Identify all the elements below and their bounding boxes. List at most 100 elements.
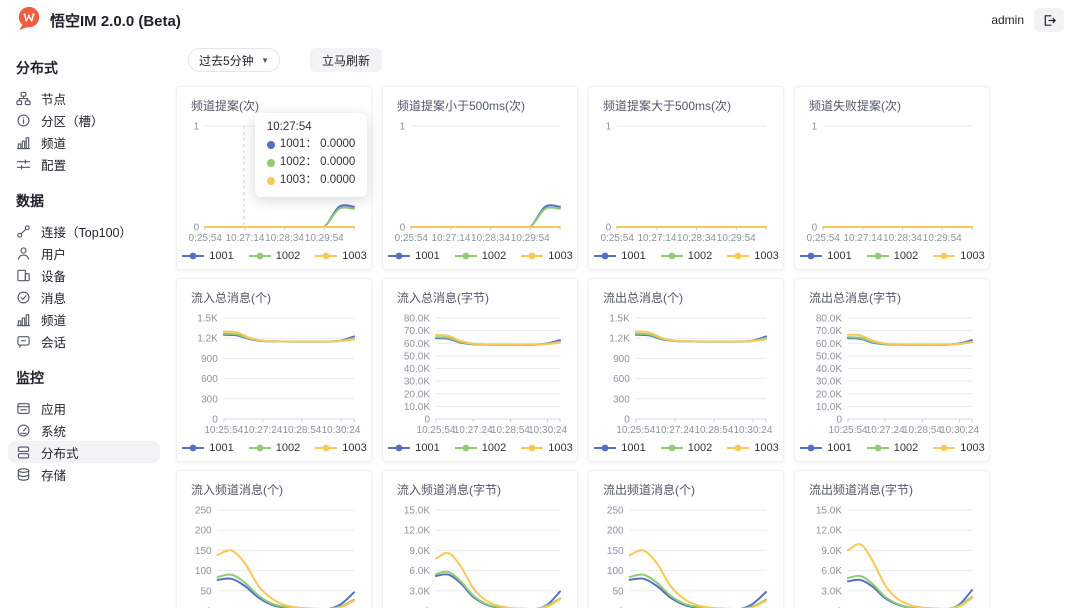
chart-plot[interactable]: 25020015010050010:25:5410:27:2410:28:541… (191, 505, 359, 608)
legend-item-1003[interactable]: 1003 (314, 442, 366, 454)
sidebar-item-channels-data[interactable]: 频道 (8, 308, 160, 330)
svg-text:100: 100 (195, 566, 212, 577)
chart-title: 流入总消息(个) (191, 289, 357, 306)
svg-text:10:30:24: 10:30:24 (734, 425, 773, 436)
svg-text:10:28:54: 10:28:54 (491, 425, 530, 436)
svg-text:10.0K: 10.0K (816, 402, 842, 413)
legend-item-1002[interactable]: 1002 (454, 250, 506, 262)
sidebar-item-channels[interactable]: 频道 (8, 131, 160, 153)
chart-card-0: 频道提案(次)100:25:5410:27:1410:28:3410:29:54… (176, 86, 372, 270)
chart-legend: 100110021003 (191, 442, 357, 454)
chart-plot[interactable]: 100:25:5410:27:1410:28:3410:29:54 (809, 121, 977, 245)
legend-item-1001[interactable]: 1001 (593, 442, 645, 454)
svg-text:0:25:54: 0:25:54 (807, 233, 841, 244)
sidebar-item-connections[interactable]: 连接（Top100） (8, 220, 160, 242)
legend-item-1003[interactable]: 1003 (932, 250, 984, 262)
legend-label: 1002 (688, 250, 712, 262)
legend-label: 1001 (209, 442, 233, 454)
legend-item-1002[interactable]: 1002 (866, 442, 918, 454)
legend-item-1001[interactable]: 1001 (387, 250, 439, 262)
sidebar-item-label: 系统 (41, 421, 66, 440)
legend-label: 1002 (688, 442, 712, 454)
chart-title: 流入频道消息(个) (191, 481, 357, 498)
chart-title: 流出总消息(个) (603, 289, 769, 306)
tooltip-row-1001: 1001： 0.0000 (267, 136, 355, 154)
legend-item-1002[interactable]: 1002 (248, 442, 300, 454)
chart-plot[interactable]: 100:25:5410:27:1410:28:3410:29:54 (603, 121, 771, 245)
sidebar-item-devices[interactable]: 设备 (8, 264, 160, 286)
legend-line-icon (593, 443, 617, 453)
chart-title: 流出总消息(字节) (809, 289, 975, 306)
sidebar-section-data: 数据 (16, 191, 152, 211)
time-range-select[interactable]: 过去5分钟 ▼ (188, 48, 280, 72)
message-icon (16, 290, 31, 305)
svg-text:40.0K: 40.0K (816, 364, 842, 375)
chart-title: 流出频道消息(个) (603, 481, 769, 498)
chart-plot[interactable]: 25020015010050010:25:5410:27:2410:28:541… (603, 505, 771, 608)
legend-item-1002[interactable]: 1002 (660, 250, 712, 262)
sidebar-item-conversations[interactable]: 会话 (8, 330, 160, 352)
chart-plot[interactable]: 100:25:5410:27:1410:28:3410:29:54 (397, 121, 565, 245)
legend-item-1003[interactable]: 1003 (520, 250, 572, 262)
legend-label: 1001 (827, 442, 851, 454)
legend-label: 1001 (621, 442, 645, 454)
legend-item-1003[interactable]: 1003 (726, 442, 778, 454)
legend-item-1001[interactable]: 1001 (387, 442, 439, 454)
svg-text:10:29:54: 10:29:54 (923, 233, 962, 244)
chart-plot[interactable]: 1.5K1.2K900600300010:25:5410:27:2410:28:… (603, 313, 771, 437)
legend-item-1002[interactable]: 1002 (248, 250, 300, 262)
sidebar-item-config[interactable]: 配置 (8, 153, 160, 175)
sidebar-item-system[interactable]: 系统 (8, 419, 160, 441)
legend-label: 1003 (342, 442, 366, 454)
sidebar-item-partitions[interactable]: 分区（槽） (8, 109, 160, 131)
svg-text:20.0K: 20.0K (404, 389, 430, 400)
sidebar-item-storage[interactable]: 存储 (8, 463, 160, 485)
svg-text:10:27:14: 10:27:14 (637, 233, 676, 244)
sidebar-item-nodes[interactable]: 节点 (8, 87, 160, 109)
svg-text:150: 150 (195, 546, 212, 557)
tooltip-row-text: 1001： 0.0000 (280, 136, 355, 154)
chart-card-3: 频道失败提案(次)100:25:5410:27:1410:28:3410:29:… (794, 86, 990, 270)
legend-item-1003[interactable]: 1003 (314, 250, 366, 262)
sidebar-item-label: 配置 (41, 155, 66, 174)
chart-plot[interactable]: 1.5K1.2K900600300010:25:5410:27:2410:28:… (191, 313, 359, 437)
sidebar-item-users[interactable]: 用户 (8, 242, 160, 264)
legend-item-1001[interactable]: 1001 (181, 250, 233, 262)
partition-icon (16, 113, 31, 128)
svg-text:9.0K: 9.0K (409, 546, 430, 557)
chart-plot[interactable]: 15.0K12.0K9.0K6.0K3.0K010:25:5410:27:241… (397, 505, 565, 608)
svg-text:30.0K: 30.0K (816, 377, 842, 388)
sidebar-item-label: 分布式 (41, 443, 79, 462)
chart-plot[interactable]: 15.0K12.0K9.0K6.0K3.0K010:25:5410:27:241… (809, 505, 977, 608)
svg-text:900: 900 (613, 354, 630, 365)
svg-text:30.0K: 30.0K (404, 377, 430, 388)
legend-item-1001[interactable]: 1001 (799, 250, 851, 262)
chart-title: 流出频道消息(字节) (809, 481, 975, 498)
logout-button[interactable] (1034, 8, 1064, 32)
sidebar-item-distributed-monitor[interactable]: 分布式 (8, 441, 160, 463)
legend-item-1003[interactable]: 1003 (932, 442, 984, 454)
sidebar-item-messages[interactable]: 消息 (8, 286, 160, 308)
legend-item-1001[interactable]: 1001 (181, 442, 233, 454)
legend-item-1001[interactable]: 1001 (593, 250, 645, 262)
legend-item-1002[interactable]: 1002 (454, 442, 506, 454)
sidebar-item-app[interactable]: 应用 (8, 397, 160, 419)
legend-item-1003[interactable]: 1003 (726, 250, 778, 262)
svg-text:3.0K: 3.0K (821, 586, 842, 597)
svg-text:10:28:54: 10:28:54 (282, 425, 321, 436)
refresh-button[interactable]: 立马刷新 (310, 48, 382, 72)
chevron-down-icon: ▼ (261, 56, 269, 65)
user-icon (16, 246, 31, 261)
chart-plot[interactable]: 80.0K70.0K60.0K50.0K40.0K30.0K20.0K10.0K… (397, 313, 565, 437)
legend-line-icon (387, 443, 411, 453)
chart-card-2: 频道提案大于500ms(次)100:25:5410:27:1410:28:341… (588, 86, 784, 270)
chart-legend: 100110021003 (191, 250, 357, 262)
chart-plot[interactable]: 80.0K70.0K60.0K50.0K40.0K30.0K20.0K10.0K… (809, 313, 977, 437)
svg-text:200: 200 (195, 526, 212, 537)
svg-text:10:28:34: 10:28:34 (883, 233, 922, 244)
legend-item-1002[interactable]: 1002 (866, 250, 918, 262)
legend-item-1001[interactable]: 1001 (799, 442, 851, 454)
legend-line-icon (866, 251, 890, 261)
legend-item-1003[interactable]: 1003 (520, 442, 572, 454)
legend-item-1002[interactable]: 1002 (660, 442, 712, 454)
